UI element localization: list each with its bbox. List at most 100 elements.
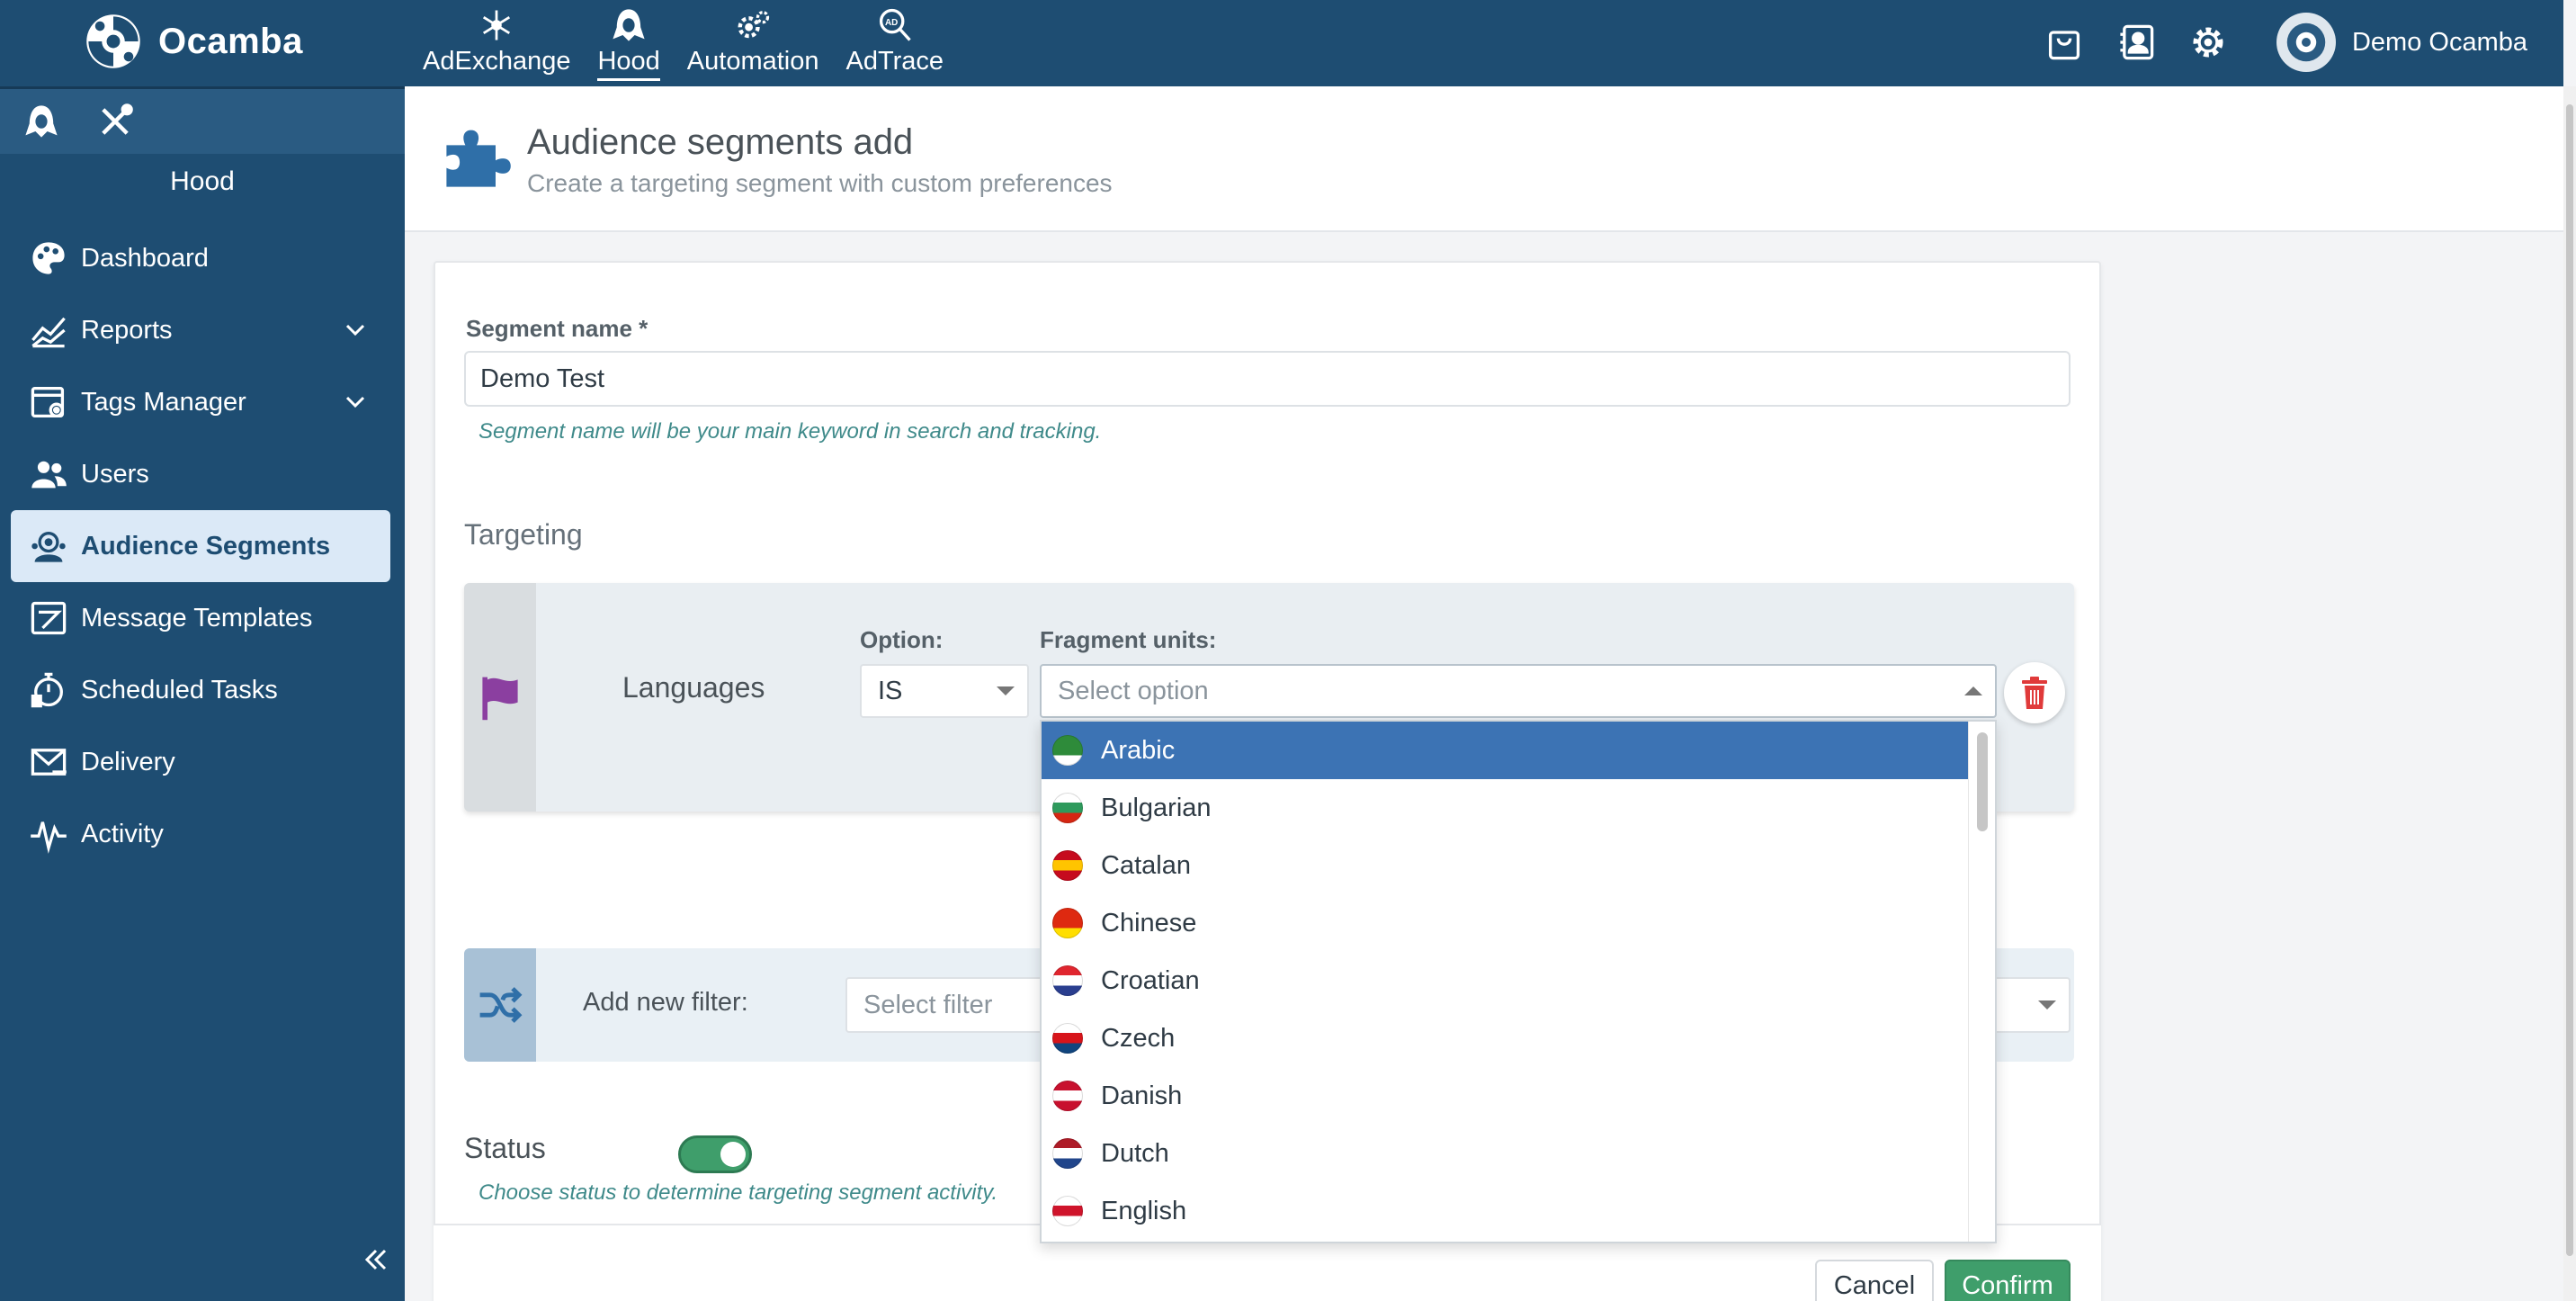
dropdown-option[interactable]: Bulgarian (1042, 779, 1970, 837)
sidebar-tab-tools[interactable] (92, 98, 139, 145)
sidebar-item-delivery[interactable]: Delivery (11, 726, 390, 798)
user-avatar-icon (2286, 22, 2326, 62)
dropdown-option[interactable]: Czech (1042, 1009, 1970, 1067)
topnav-adtrace[interactable]: AD AdTrace (846, 5, 944, 81)
dropdown-option-label: Czech (1101, 1023, 1176, 1053)
sidebar-title: Hood (170, 166, 235, 196)
language-flag-icon (1052, 850, 1083, 881)
app-root: Ocamba AdExchange Hood Automation AD AdT… (0, 0, 2576, 1301)
topnav-adexchange[interactable]: AdExchange (423, 5, 570, 81)
chart-line-icon (31, 317, 66, 348)
avatar[interactable] (2276, 13, 2336, 72)
page-title: Audience segments add (527, 122, 914, 162)
filter-drag-handle[interactable] (464, 583, 536, 812)
dropdown-option[interactable]: Dutch (1042, 1125, 1970, 1182)
sidebar-item-scheduled-tasks[interactable]: Scheduled Tasks (11, 654, 390, 726)
caret-down-icon (997, 686, 1015, 695)
sidebar-item-label: Message Templates (81, 603, 313, 633)
sidebar-item-users[interactable]: Users (11, 438, 390, 510)
template-icon (31, 601, 67, 635)
segment-name-input[interactable]: Demo Test (464, 351, 2071, 407)
add-filter-handle (464, 948, 536, 1062)
sidebar-item-label: Tags Manager (81, 387, 246, 417)
chevron-down-icon[interactable] (342, 317, 369, 344)
contacts-button[interactable] (2113, 19, 2160, 66)
fragment-units-select[interactable]: Select option (1040, 664, 1997, 718)
scrollbar-thumb[interactable] (2566, 104, 2573, 1256)
sidebar-item-label: Dashboard (81, 243, 209, 273)
bag-button[interactable] (2041, 19, 2088, 66)
snowflake-icon (483, 10, 511, 40)
status-toggle[interactable] (678, 1135, 752, 1173)
dropdown-option[interactable]: Arabic (1042, 722, 1970, 779)
sidebar-item-dashboard[interactable]: Dashboard (11, 222, 390, 294)
option-select-value: IS (878, 676, 903, 705)
page-subtitle: Create a targeting segment with custom p… (527, 169, 1113, 197)
dropdown-option-label: English (1101, 1196, 1187, 1225)
chevron-down-icon[interactable] (342, 389, 369, 416)
dropdown-scrollbar[interactable] (1968, 722, 1995, 1242)
sidebar-item-reports[interactable]: Reports (11, 294, 390, 366)
sidebar-item-label: Activity (81, 819, 164, 848)
sidebar-item-tags-manager[interactable]: Tags Manager (11, 366, 390, 438)
contact-card-icon (2120, 24, 2154, 60)
page-scrollbar[interactable] (2563, 86, 2576, 1301)
shuffle-icon (479, 987, 523, 1023)
users-icon (31, 461, 67, 489)
collapse-sidebar-icon[interactable] (360, 1243, 392, 1276)
language-flag-icon (1052, 965, 1083, 996)
topnav-label: Automation (686, 47, 819, 76)
language-flag-icon (1052, 1023, 1083, 1054)
filter-name: Languages (622, 671, 765, 704)
top-right-tools: Demo Ocamba (2016, 13, 2527, 72)
dropdown-option[interactable]: English (1042, 1182, 1970, 1240)
language-flag-icon (1052, 793, 1083, 823)
dropdown-option[interactable]: Catalan (1042, 837, 1970, 894)
dropdown-option-label: Arabic (1101, 735, 1176, 765)
sidebar-item-label: Scheduled Tasks (81, 675, 278, 704)
ad-search-icon: AD (879, 8, 911, 41)
audience-icon (31, 532, 66, 562)
option-select[interactable]: IS (860, 664, 1029, 718)
segment-name-label: Segment name * (466, 315, 648, 342)
pulse-icon (31, 821, 67, 854)
topnav-hood[interactable]: Hood (597, 5, 660, 81)
delete-filter-button[interactable] (2004, 662, 2065, 723)
dropdown-option[interactable]: Danish (1042, 1067, 1970, 1125)
gear-icon (2193, 27, 2223, 58)
logo[interactable]: Ocamba (83, 11, 303, 72)
gears-icon (738, 11, 770, 39)
sidebar: Hood Dashboard Reports Tags Manager User… (0, 86, 405, 1301)
top-nav: AdExchange Hood Automation AD AdTrace (423, 5, 970, 81)
sidebar-item-label: Reports (81, 315, 173, 345)
sidebar-tab-hood[interactable] (18, 98, 65, 145)
status-hint: Choose status to determine targeting seg… (479, 1180, 998, 1205)
sidebar-item-label: Delivery (81, 747, 175, 776)
targeting-title: Targeting (464, 518, 583, 551)
dropdown-option-label: Chinese (1101, 908, 1197, 938)
language-flag-icon (1052, 908, 1083, 938)
sidebar-item-audience-segments[interactable]: Audience Segments (11, 510, 390, 582)
topnav-automation[interactable]: Automation (687, 5, 819, 81)
dropdown-option-label: Bulgarian (1101, 793, 1212, 822)
dropdown-option-label: Danish (1101, 1081, 1183, 1110)
dropdown-option[interactable]: Chinese (1042, 894, 1970, 952)
user-name[interactable]: Demo Ocamba (2352, 28, 2527, 58)
sidebar-item-activity[interactable]: Activity (11, 798, 390, 870)
settings-button[interactable] (2185, 19, 2232, 66)
scrollbar-thumb[interactable] (1977, 732, 1988, 831)
hood-icon (25, 105, 58, 138)
cancel-button[interactable]: Cancel (1815, 1260, 1934, 1301)
svg-text:AD: AD (885, 18, 898, 28)
confirm-button[interactable]: Confirm (1945, 1260, 2071, 1301)
ocamba-logo-icon (86, 14, 140, 68)
dropdown-option[interactable]: Croatian (1042, 952, 1970, 1009)
sidebar-item-message-templates[interactable]: Message Templates (11, 582, 390, 654)
sidebar-item-label: Audience Segments (81, 531, 331, 561)
trash-icon (2022, 677, 2047, 709)
palette-icon (32, 242, 65, 274)
fragment-units-label: Fragment units: (1040, 626, 1217, 653)
flag-icon (482, 677, 518, 721)
segment-name-hint: Segment name will be your main keyword i… (479, 419, 1102, 444)
fragment-units-placeholder: Select option (1058, 676, 1209, 705)
